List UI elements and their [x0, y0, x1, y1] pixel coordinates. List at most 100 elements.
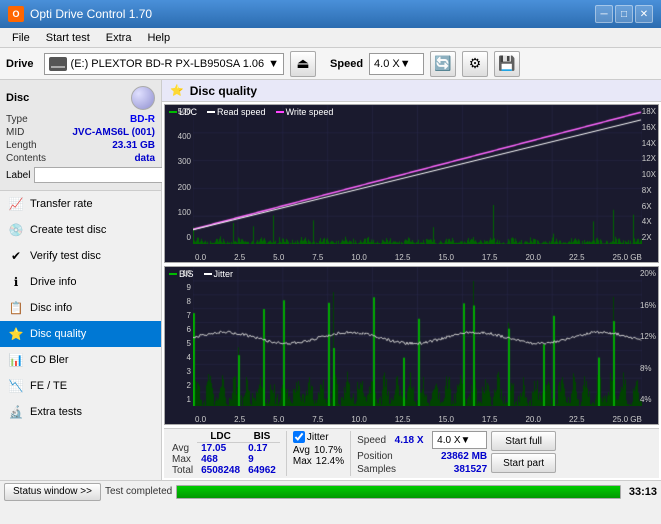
write-color-dot [276, 111, 284, 113]
speed-selector[interactable]: 4.0 X ▼ [369, 53, 424, 75]
sidebar-item-transfer-rate[interactable]: 📈 Transfer rate [0, 191, 161, 217]
ldc-legend-ldc-label: LDC [179, 107, 197, 117]
stats-divider-2 [350, 431, 351, 476]
content-header: ⭐ Disc quality [162, 80, 661, 102]
save-button[interactable]: 💾 [494, 51, 520, 77]
menu-start-test[interactable]: Start test [38, 30, 98, 46]
bis-col-header: BIS [244, 431, 280, 443]
jitter-color-dot [204, 273, 212, 275]
action-buttons: Start full Start part [491, 431, 556, 476]
sidebar-item-disc-quality[interactable]: ⭐ Disc quality [0, 321, 161, 347]
sidebar-label-disc-info: Disc info [30, 302, 72, 314]
extra-tests-icon: 🔬 [8, 404, 24, 420]
sidebar-label-fe-te: FE / TE [30, 380, 67, 392]
ldc-color-dot [169, 111, 177, 113]
position-value: 23862 MB [441, 451, 487, 462]
bis-legend-bis-label: BIS [179, 269, 194, 279]
menu-extra[interactable]: Extra [98, 30, 140, 46]
cd-bler-icon: 📊 [8, 352, 24, 368]
bis-legend-jitter: Jitter [204, 269, 234, 279]
ldc-xaxis: 0.02.55.07.510.012.515.017.520.022.525.0… [195, 248, 642, 262]
disc-section: Disc Type BD-R MID JVC-AMS6L (001) Lengt… [0, 80, 161, 191]
jitter-avg-label: Avg [293, 445, 310, 456]
jitter-max-label: Max [293, 456, 312, 467]
sidebar-label-transfer-rate: Transfer rate [30, 198, 93, 210]
sidebar-label-drive-info: Drive info [30, 276, 76, 288]
status-window-button[interactable]: Status window >> [4, 483, 101, 501]
settings-button[interactable]: ⚙ [462, 51, 488, 77]
refresh-button[interactable]: 🔄 [430, 51, 456, 77]
stats-table: LDC BIS Avg 17.05 0.17 Max 468 [168, 431, 280, 476]
sidebar-item-fe-te[interactable]: 📉 FE / TE [0, 373, 161, 399]
bis-legend-bis: BIS [169, 269, 194, 279]
eject-button[interactable]: ⏏ [290, 51, 316, 77]
sidebar-label-extra-tests: Extra tests [30, 406, 82, 418]
ldc-yaxis-left: 5004003002001000 [165, 105, 193, 244]
maximize-button[interactable]: □ [615, 5, 633, 23]
length-value: 23.31 GB [112, 140, 155, 151]
sidebar-item-cd-bler[interactable]: 📊 CD Bler [0, 347, 161, 373]
sidebar-label-disc-quality: Disc quality [30, 328, 86, 340]
fe-te-icon: 📉 [8, 378, 24, 394]
transfer-rate-icon: 📈 [8, 196, 24, 212]
contents-value: data [134, 153, 155, 164]
sidebar-item-verify-test-disc[interactable]: ✔ Verify test disc [0, 243, 161, 269]
menubar: File Start test Extra Help [0, 28, 661, 48]
window-controls: ─ □ ✕ [595, 5, 653, 23]
bis-color-dot [169, 273, 177, 275]
read-color-dot [207, 111, 215, 113]
close-button[interactable]: ✕ [635, 5, 653, 23]
drive-select-text: (E:) PLEXTOR BD-R PX-LB950SA 1.06 [71, 58, 265, 70]
jitter-checkbox[interactable] [293, 431, 305, 443]
ldc-legend-read-label: Read speed [217, 107, 266, 117]
disc-icon [131, 86, 155, 110]
sidebar-menu: 📈 Transfer rate 💿 Create test disc ✔ Ver… [0, 191, 161, 480]
max-label: Max [168, 454, 197, 465]
ldc-legend: LDC Read speed Write speed [169, 107, 333, 117]
progress-bar [177, 486, 620, 498]
max-ldc: 468 [197, 454, 244, 465]
drive-selector[interactable]: (E:) PLEXTOR BD-R PX-LB950SA 1.06 ▼ [44, 53, 285, 75]
speed-stat-value: 4.18 X [395, 435, 424, 446]
menu-help[interactable]: Help [139, 30, 178, 46]
length-label: Length [6, 140, 37, 151]
drivebar: Drive (E:) PLEXTOR BD-R PX-LB950SA 1.06 … [0, 48, 661, 80]
speed-dropdown-arrow: ▼ [400, 58, 411, 70]
total-ldc: 6508248 [197, 465, 244, 476]
disc-quality-icon: ⭐ [8, 326, 24, 342]
app-icon: O [8, 6, 24, 22]
table-row: Avg 17.05 0.17 [168, 443, 280, 455]
ldc-chart: LDC Read speed Write speed 5004003002001… [164, 104, 659, 263]
sidebar-label-verify-test-disc: Verify test disc [30, 250, 101, 262]
ldc-col-header: LDC [197, 431, 244, 443]
ldc-legend-read: Read speed [207, 107, 266, 117]
ldc-legend-write: Write speed [276, 107, 334, 117]
samples-value: 381527 [454, 464, 487, 475]
start-full-button[interactable]: Start full [491, 431, 556, 451]
start-part-button[interactable]: Start part [491, 453, 556, 473]
sidebar-item-extra-tests[interactable]: 🔬 Extra tests [0, 399, 161, 425]
sidebar: Disc Type BD-R MID JVC-AMS6L (001) Lengt… [0, 80, 162, 480]
sidebar-item-drive-info[interactable]: ℹ Drive info [0, 269, 161, 295]
sidebar-item-create-test-disc[interactable]: 💿 Create test disc [0, 217, 161, 243]
minimize-button[interactable]: ─ [595, 5, 613, 23]
status-text: Test completed [105, 486, 172, 497]
drive-info-icon: ℹ [8, 274, 24, 290]
type-label: Type [6, 114, 28, 125]
sidebar-item-disc-info[interactable]: 📋 Disc info [0, 295, 161, 321]
contents-label: Contents [6, 153, 46, 164]
app-title: Opti Drive Control 1.70 [30, 7, 152, 21]
speed-label: Speed [330, 58, 363, 70]
sidebar-label-cd-bler: CD Bler [30, 354, 69, 366]
speed-stat-selector[interactable]: 4.0 X ▼ [432, 431, 487, 449]
menu-file[interactable]: File [4, 30, 38, 46]
ldc-legend-ldc: LDC [169, 107, 197, 117]
label-label: Label [6, 170, 30, 181]
jitter-header: Jitter [307, 432, 329, 443]
create-test-disc-icon: 💿 [8, 222, 24, 238]
status-time: 33:13 [629, 486, 657, 498]
verify-test-disc-icon: ✔ [8, 248, 24, 264]
content-header-icon: ⭐ [170, 84, 184, 97]
label-input[interactable] [34, 167, 168, 183]
position-label: Position [357, 451, 393, 462]
